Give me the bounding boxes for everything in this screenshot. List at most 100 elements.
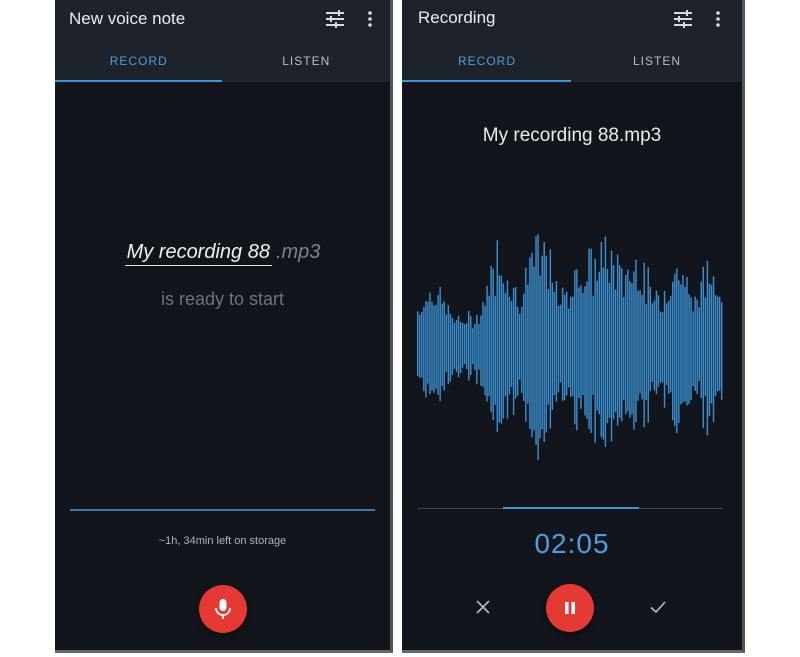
waveform-bar [510, 301, 513, 388]
check-icon[interactable] [649, 598, 667, 616]
pause-icon [565, 602, 575, 614]
waveform-bar [655, 290, 658, 395]
waveform-bar [472, 328, 474, 364]
recording-timer: 02:05 [534, 528, 610, 559]
waveform-bar [657, 295, 660, 387]
waveform-bar [645, 304, 647, 401]
waveform-bar [445, 314, 447, 372]
waveform-bar [551, 282, 554, 410]
timeline-progress [503, 507, 639, 509]
waveform-bar [437, 295, 439, 396]
tune-icon[interactable] [325, 10, 345, 28]
waveform-bar [606, 269, 609, 424]
waveform-bar [667, 300, 670, 394]
waveform-bar [537, 234, 539, 460]
waveform-bar [596, 280, 598, 411]
waveform-bar [629, 281, 631, 418]
waveform-bar [696, 299, 698, 394]
waveform-bar [421, 311, 423, 378]
waveform-bar [514, 287, 517, 399]
waveform-bar [614, 289, 617, 413]
pause-button[interactable] [546, 584, 594, 632]
waveform-bar [631, 283, 633, 415]
waveform-bar [647, 267, 649, 423]
waveform-bar [580, 285, 582, 409]
waveform-bar [582, 292, 584, 396]
waveform-bar [669, 295, 672, 393]
waveform-bar [516, 307, 519, 396]
waveform-bar [512, 287, 515, 415]
waveform-bar [659, 311, 662, 383]
waveform-bar [455, 319, 458, 372]
waveform-bar [712, 276, 715, 422]
waveform-bar [443, 301, 445, 391]
tab-bar: RECORD LISTEN [402, 40, 742, 82]
waveform-bar [468, 310, 470, 381]
tab-record[interactable]: RECORD [402, 40, 572, 82]
waveform-bar [561, 287, 564, 401]
waveform-bar [633, 271, 635, 430]
waveform [417, 234, 723, 460]
waveform-bar [653, 300, 656, 391]
waveform-bar [504, 292, 507, 397]
waveform-bar [427, 301, 429, 384]
waveform-bar [453, 322, 456, 369]
waveform-bar [502, 283, 505, 419]
record-button[interactable] [199, 585, 247, 633]
waveform-bar [608, 282, 611, 418]
screen-title: Recording [418, 8, 496, 27]
waveform-bar [576, 269, 578, 431]
waveform-bar [643, 262, 645, 428]
waveform-bar [435, 304, 437, 389]
waveform-bar [553, 291, 556, 396]
tab-listen[interactable]: LISTEN [223, 40, 391, 82]
waveform-bar [639, 290, 641, 394]
waveform-bar [700, 281, 702, 398]
waveform-bar [612, 265, 615, 420]
waveform-bar [637, 290, 639, 401]
waveform-bar [490, 266, 492, 413]
waveform-bar [698, 307, 700, 381]
more-vert-icon[interactable] [714, 10, 722, 28]
waveform-bar [531, 252, 533, 438]
filename-input[interactable]: My recording 88 [124, 241, 272, 266]
waveform-bar [665, 303, 668, 385]
waveform-bar [716, 296, 719, 392]
waveform-bar [476, 314, 478, 385]
waveform-bar [621, 268, 623, 422]
recording-screen: Recording RECORD LISTEN My recording 88.… [402, 0, 745, 653]
waveform-bar [523, 293, 525, 402]
waveform-bar [423, 307, 425, 392]
tab-indicator [402, 80, 571, 82]
tab-listen[interactable]: LISTEN [572, 40, 742, 82]
waveform-bar [459, 321, 462, 374]
waveform-bar [535, 236, 537, 445]
waveform-bar [651, 303, 654, 382]
waveform-bar [590, 248, 592, 433]
waveform-bar [594, 258, 596, 443]
waveform-bar [586, 281, 588, 420]
waveform-bar [708, 283, 711, 417]
waveform-bar [506, 280, 509, 419]
waveform-bar [545, 255, 547, 433]
waveform-bar [600, 242, 603, 438]
waveform-bar [478, 323, 480, 370]
ready-status: is ready to start [160, 289, 285, 309]
waveform-bar [616, 254, 619, 426]
waveform-bar [592, 295, 594, 396]
more-vert-icon[interactable] [366, 10, 374, 28]
level-line [70, 509, 375, 511]
tune-icon[interactable] [673, 10, 693, 28]
close-icon[interactable] [474, 598, 492, 616]
waveform-bar [500, 275, 503, 424]
waveform-bar [488, 295, 490, 397]
waveform-bar [688, 294, 690, 404]
waveform-bar [663, 291, 666, 408]
waveform-bar [570, 296, 572, 398]
waveform-bar [433, 305, 435, 393]
tab-record[interactable]: RECORD [55, 40, 223, 82]
waveform-bar [527, 284, 529, 404]
waveform-bar [714, 295, 717, 396]
waveform-bar [461, 322, 464, 368]
waveform-bar [618, 265, 621, 418]
